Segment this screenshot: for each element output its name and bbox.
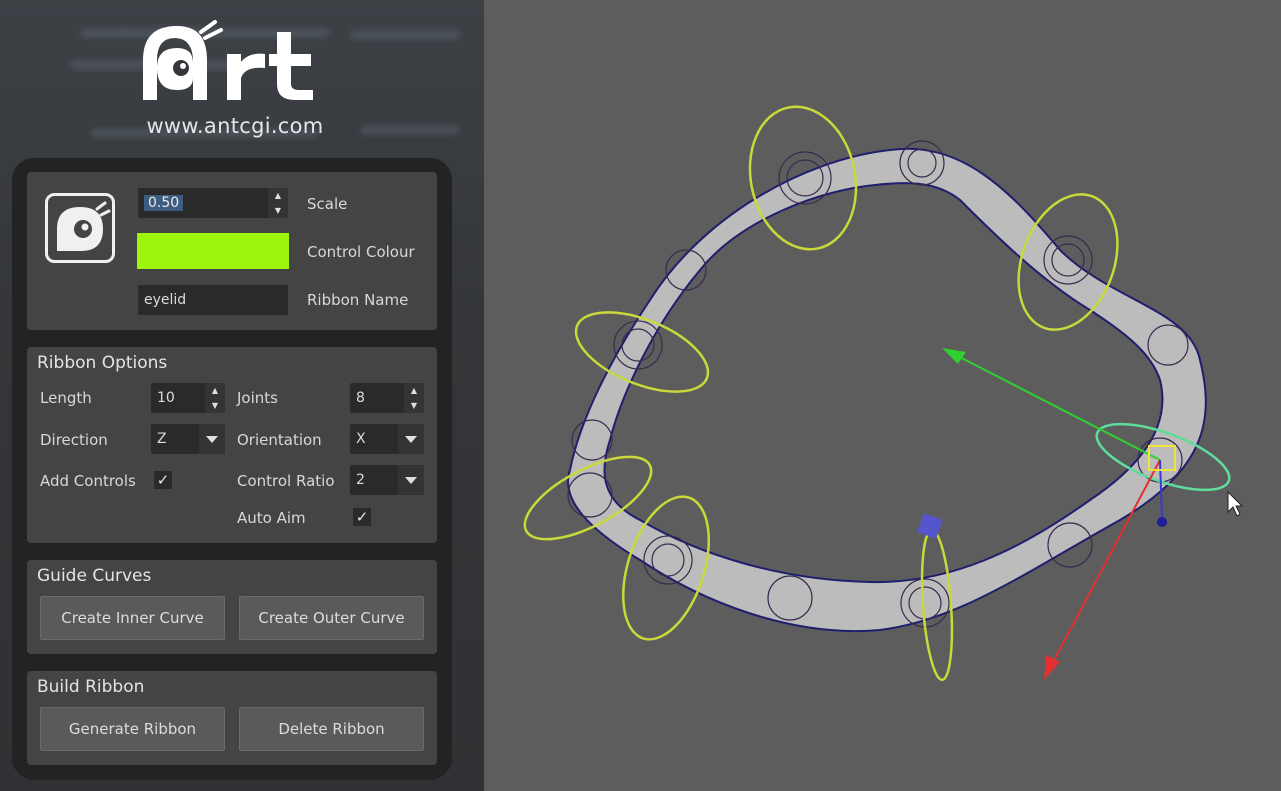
chevron-down-icon[interactable] [398,424,424,454]
screen: www.antcgi.com 0.50 ▲ ▼ Scale Control Col… [0,0,1281,791]
joints-spin-buttons[interactable]: ▲ ▼ [404,383,424,413]
settings-panel: 0.50 ▲ ▼ Scale Control Colour eyelid Ribb… [27,172,437,330]
guide-curves-title: Guide Curves [37,566,152,586]
joints-label: Joints [237,389,278,407]
ribbon-name-label: Ribbon Name [307,291,409,309]
add-controls-label: Add Controls [40,472,136,490]
control-ratio-dropdown[interactable]: 2 [350,465,424,495]
control-colour-swatch[interactable] [137,233,289,269]
direction-dropdown[interactable]: Z [151,424,225,454]
control-colour-label: Control Colour [307,243,415,261]
build-ribbon-panel: Build Ribbon Generate Ribbon Delete Ribb… [27,671,437,765]
guide-curves-panel: Guide Curves Create Inner Curve Create O… [27,560,437,654]
y-axis-arrow-icon[interactable] [942,348,966,364]
orientation-label: Orientation [237,431,322,449]
orientation-value: X [356,431,366,447]
add-controls-checkbox[interactable]: ✓ [154,471,172,489]
ribbon-options-title: Ribbon Options [37,353,168,373]
z-axis-end-icon[interactable] [1157,517,1167,527]
scale-label: Scale [307,195,348,213]
art-logo [143,20,313,100]
ribbon-options-panel: Ribbon Options Length 10 ▲ ▼ Joints 8 ▲ ▼ … [27,347,437,543]
length-spin-buttons[interactable]: ▲ ▼ [205,383,225,413]
delete-ribbon-button[interactable]: Delete Ribbon [239,707,424,751]
create-inner-curve-button[interactable]: Create Inner Curve [40,596,225,640]
chevron-down-icon[interactable] [398,465,424,495]
transform-plane-handle[interactable] [917,513,943,539]
direction-value: Z [157,431,167,447]
length-label: Length [40,389,92,407]
control-ratio-value: 2 [356,472,365,488]
generate-ribbon-button[interactable]: Generate Ribbon [40,707,225,751]
ribbon-name-field[interactable]: eyelid [138,285,288,315]
joints-spinbox[interactable]: 8 ▲ ▼ [350,383,424,413]
viewport-scene [523,105,1244,682]
scale-spinbox[interactable]: 0.50 ▲ ▼ [138,188,288,218]
chevron-down-icon[interactable] [199,424,225,454]
joints-value: 8 [356,390,365,406]
y-axis-handle[interactable] [947,350,1161,461]
3d-viewport[interactable] [484,0,1281,791]
create-outer-curve-button[interactable]: Create Outer Curve [239,596,424,640]
control-ratio-label: Control Ratio [237,472,335,490]
scale-spin-buttons[interactable]: ▲ ▼ [268,188,288,218]
ribbon-tool-window: 0.50 ▲ ▼ Scale Control Colour eyelid Ribb… [12,158,452,780]
x-axis-arrow-icon[interactable] [1044,655,1060,680]
mouse-cursor-icon [1227,490,1244,517]
length-value: 10 [157,390,175,406]
length-spinbox[interactable]: 10 ▲ ▼ [151,383,225,413]
build-ribbon-title: Build Ribbon [37,677,145,697]
direction-label: Direction [40,431,108,449]
orientation-dropdown[interactable]: X [350,424,424,454]
auto-aim-label: Auto Aim [237,509,306,527]
scale-value: 0.50 [144,195,184,211]
auto-aim-checkbox[interactable]: ✓ [353,508,371,526]
ribbon-name-value: eyelid [144,292,187,308]
creature-avatar-icon [45,193,115,263]
website-url[interactable]: www.antcgi.com [110,114,360,138]
